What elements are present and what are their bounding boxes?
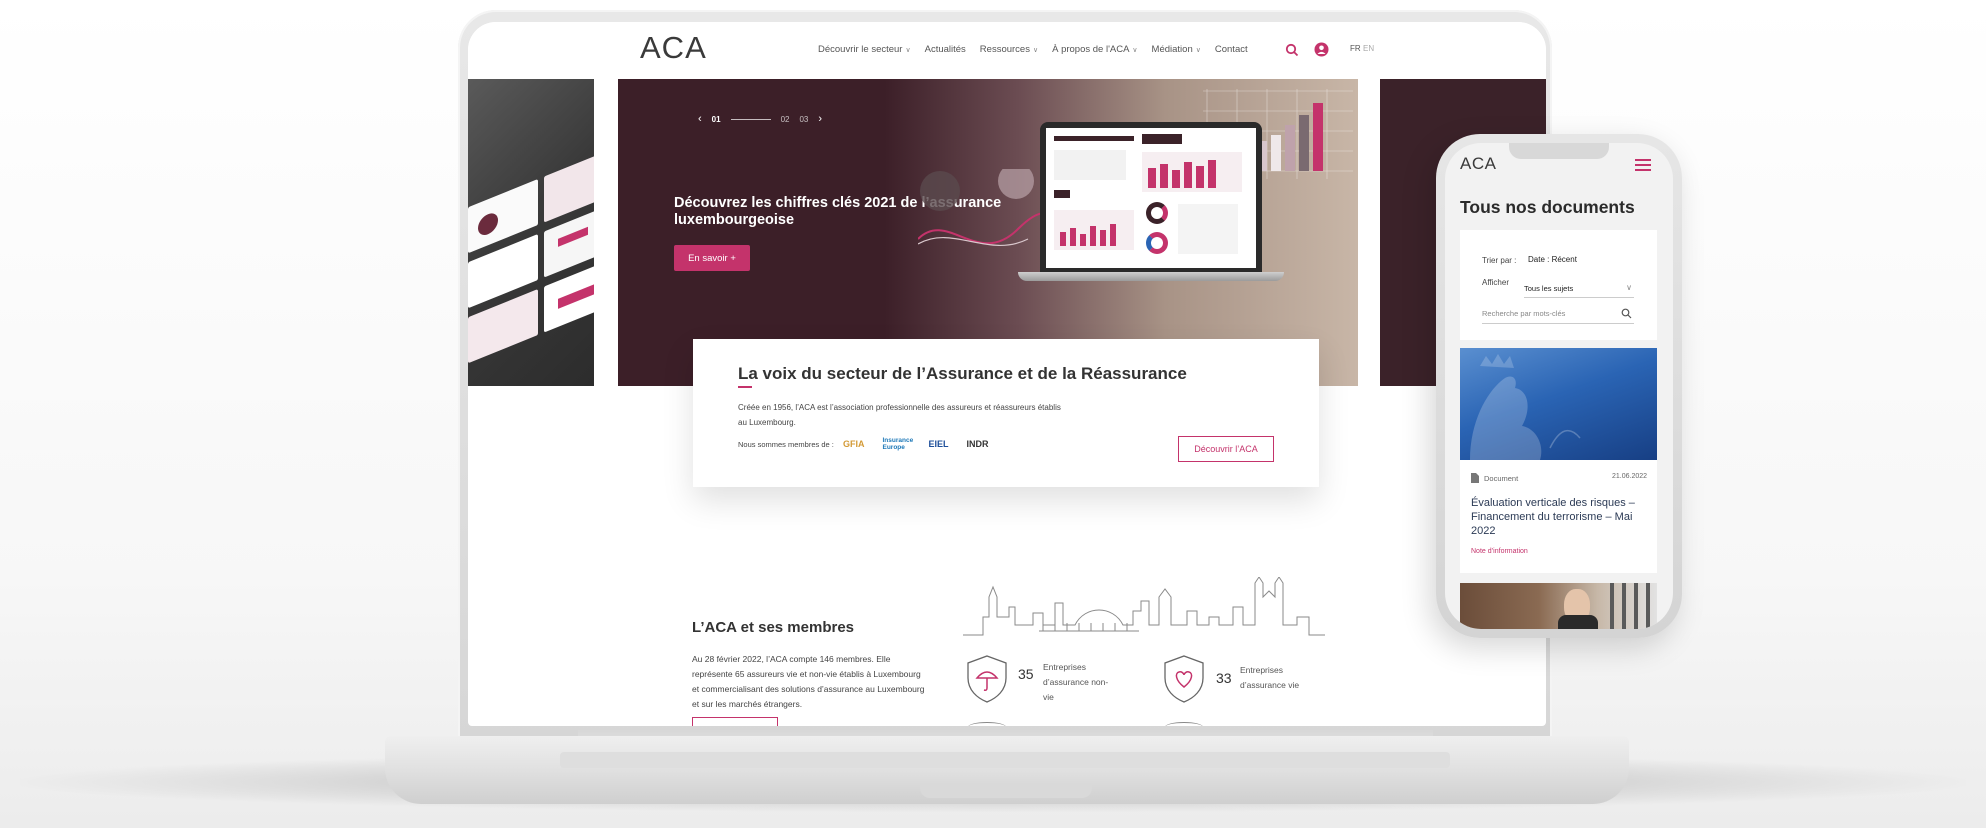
lion-crest-illustration bbox=[1470, 354, 1581, 460]
topic-select-value: Tous les sujets bbox=[1524, 284, 1574, 293]
members-button[interactable] bbox=[692, 717, 778, 726]
document-type: Document bbox=[1484, 474, 1519, 483]
partner-logo-indr[interactable]: INDR bbox=[967, 439, 989, 449]
show-label: Afficher bbox=[1482, 278, 1509, 287]
nav-ressources[interactable]: Ressources ∨ bbox=[980, 44, 1038, 55]
chevron-down-icon: ∨ bbox=[1132, 47, 1138, 54]
logo-text: ACA bbox=[640, 30, 707, 65]
mobile-logo[interactable]: ACA bbox=[1460, 154, 1496, 174]
chevron-down-icon: ∨ bbox=[1626, 283, 1632, 292]
keyboard bbox=[560, 752, 1450, 768]
chevron-down-icon: ∨ bbox=[905, 47, 911, 54]
nav-decouvrir[interactable]: Découvrir le secteur ∨ bbox=[818, 44, 911, 55]
site-logo[interactable]: ACA bbox=[640, 30, 707, 66]
intro-card: La voix du secteur de l’Assurance et de … bbox=[693, 339, 1319, 487]
lang-en[interactable]: EN bbox=[1363, 44, 1374, 53]
nav-label: Découvrir le secteur bbox=[818, 44, 903, 55]
stat-label-life: Entreprises d’assurance vie bbox=[1240, 665, 1300, 690]
logo-text: ACA bbox=[1460, 154, 1497, 173]
user-icon[interactable] bbox=[1314, 42, 1329, 57]
chevron-down-icon: ∨ bbox=[1195, 47, 1201, 54]
laptop-screen: ACA Découvrir le secteur ∨ Actualités Res… bbox=[468, 22, 1546, 726]
shield-icon bbox=[1164, 655, 1204, 703]
nav-mediation[interactable]: Médiation ∨ bbox=[1152, 44, 1201, 55]
stat-label-nonlife: Entreprises d’assurance non-vie bbox=[1043, 662, 1109, 702]
phone-notch bbox=[1509, 143, 1609, 159]
document-card[interactable]: Document 21.06.2022 Évaluation verticale… bbox=[1460, 348, 1657, 573]
heart-icon bbox=[1175, 671, 1193, 688]
nav-label: Actualités bbox=[924, 44, 966, 55]
nav-actualites[interactable]: Actualités bbox=[925, 44, 966, 55]
nav-label: Médiation bbox=[1151, 44, 1193, 55]
laptop-illustration bbox=[1018, 122, 1284, 322]
slider-prev-slide[interactable] bbox=[468, 79, 594, 386]
site-header: ACA Découvrir le secteur ∨ Actualités Res… bbox=[468, 22, 1546, 79]
phone-screen: ACA Tous nos documents Trier par : Date … bbox=[1445, 143, 1673, 629]
document-thumbnail bbox=[1460, 348, 1657, 460]
keyword-search-input[interactable]: Recherche par mots-clés bbox=[1482, 306, 1634, 324]
slider-pager: ‹ 01 02 03 › bbox=[698, 113, 822, 125]
mobile-page-title: Tous nos documents bbox=[1460, 197, 1635, 217]
title-underline bbox=[738, 386, 752, 388]
document-title[interactable]: Évaluation verticale des risques – Finan… bbox=[1471, 496, 1653, 538]
umbrella-icon bbox=[975, 671, 999, 691]
sort-label: Trier par : bbox=[1482, 256, 1517, 265]
document-icon bbox=[1471, 473, 1479, 483]
pager-item-3[interactable]: 03 bbox=[799, 115, 808, 124]
trackpad-notch bbox=[920, 784, 1092, 798]
partner-logo-gfia[interactable]: GFIA bbox=[843, 439, 865, 449]
topic-select[interactable]: Tous les sujets ∨ bbox=[1524, 282, 1634, 298]
stat-value-life: 33 bbox=[1216, 670, 1232, 686]
stat-value-nonlife: 35 bbox=[1018, 666, 1034, 682]
hero-cta-button[interactable]: En savoir + bbox=[674, 245, 750, 271]
hamburger-menu-icon[interactable] bbox=[1635, 159, 1651, 171]
filter-panel: Trier par : Date : Récent Afficher Tous … bbox=[1460, 230, 1657, 340]
nav-contact[interactable]: Contact bbox=[1215, 44, 1248, 55]
pager-progress bbox=[730, 118, 771, 120]
shield-icon bbox=[1165, 722, 1203, 726]
partner-logos: GFIA Insurance Europe EIEL INDR bbox=[843, 437, 989, 451]
nav-a-propos[interactable]: À propos de l'ACA ∨ bbox=[1052, 44, 1137, 55]
shield-icon bbox=[968, 722, 1006, 726]
partner-logo-insurance-europe[interactable]: Insurance Europe bbox=[883, 437, 914, 451]
chevron-right-icon[interactable]: › bbox=[818, 113, 822, 125]
brochure-mockups bbox=[468, 103, 594, 386]
pager-item-2[interactable]: 02 bbox=[781, 115, 790, 124]
nav-label: Ressources bbox=[979, 44, 1030, 55]
nav-label: Contact bbox=[1214, 44, 1248, 55]
shield-icon bbox=[967, 655, 1007, 703]
nav-label: À propos de l'ACA bbox=[1052, 44, 1130, 55]
pager-current[interactable]: 01 bbox=[712, 115, 721, 124]
partner-logo-eiel[interactable]: EIEL bbox=[929, 439, 949, 449]
members-title: L’ACA et ses membres bbox=[692, 619, 855, 636]
members-label: Nous sommes membres de : bbox=[738, 440, 834, 449]
main-menu: Découvrir le secteur ∨ Actualités Ressour… bbox=[818, 44, 1248, 55]
chevron-left-icon[interactable]: ‹ bbox=[698, 113, 702, 125]
document-tag[interactable]: Note d’information bbox=[1471, 548, 1528, 555]
sort-select[interactable]: Date : Récent bbox=[1528, 255, 1577, 264]
chevron-down-icon: ∨ bbox=[1032, 47, 1039, 54]
intro-text: Créée en 1956, l’ACA est l’association p… bbox=[738, 403, 1061, 427]
search-placeholder: Recherche par mots-clés bbox=[1482, 309, 1566, 318]
members-text: Au 28 février 2022, l’ACA compte 146 mem… bbox=[692, 654, 925, 709]
search-icon[interactable] bbox=[1285, 43, 1299, 57]
document-date: 21.06.2022 bbox=[1612, 473, 1648, 480]
next-document-thumbnail[interactable] bbox=[1460, 583, 1657, 629]
discover-aca-button[interactable]: Découvrir l’ACA bbox=[1178, 436, 1274, 462]
intro-title: La voix du secteur de l’Assurance et de … bbox=[738, 364, 1187, 383]
lang-fr[interactable]: FR bbox=[1350, 44, 1361, 53]
city-skyline-illustration bbox=[963, 577, 1325, 636]
search-icon[interactable] bbox=[1621, 308, 1632, 319]
